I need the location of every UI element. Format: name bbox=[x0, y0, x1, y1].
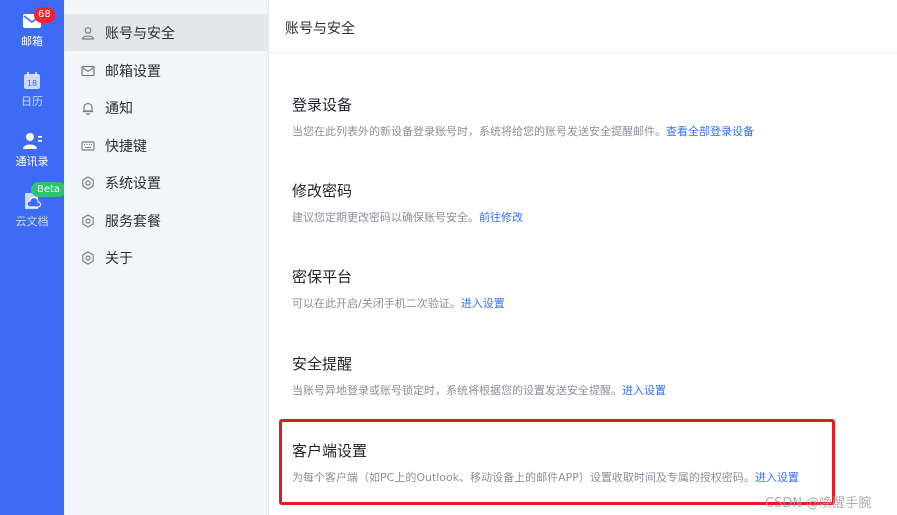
contacts-icon bbox=[21, 130, 43, 152]
highlight-box bbox=[279, 419, 835, 505]
sidebar-item-service-plan[interactable]: 服务套餐 bbox=[64, 202, 268, 239]
rail-docs-label: 云文档 bbox=[15, 215, 49, 228]
section-security-alerts: 安全提醒 当账号异地登录或账号锁定时，系统将根据您的设置发送安全提醒。进入设置 bbox=[292, 354, 852, 399]
rail-mail-label: 邮箱 bbox=[21, 35, 43, 48]
section-desc: 当账号异地登录或账号锁定时，系统将根据您的设置发送安全提醒。进入设置 bbox=[292, 383, 852, 399]
section-desc-text: 建议您定期更改密码以确保账号安全。 bbox=[292, 211, 479, 224]
sidebar-item-system-settings[interactable]: 系统设置 bbox=[64, 164, 268, 201]
keyboard-icon bbox=[81, 139, 95, 153]
bell-icon bbox=[81, 101, 95, 115]
calendar-icon: 18 bbox=[21, 70, 43, 92]
sidebar-item-account-security[interactable]: 账号与安全 bbox=[64, 14, 268, 51]
section-title: 安全提醒 bbox=[292, 355, 353, 373]
sidebar-item-label: 服务套餐 bbox=[105, 213, 161, 230]
security-platform-settings-link[interactable]: 进入设置 bbox=[461, 297, 505, 310]
hexagon-gear-icon bbox=[81, 175, 95, 190]
sidebar-item-label: 系统设置 bbox=[105, 175, 161, 192]
section-desc-text: 当账号异地登录或账号锁定时，系统将根据您的设置发送安全提醒。 bbox=[292, 384, 622, 397]
section-title: 登录设备 bbox=[292, 96, 353, 114]
rail-contacts-label: 通讯录 bbox=[15, 155, 49, 168]
mail-icon bbox=[81, 64, 95, 78]
section-login-devices: 登录设备 当您在此列表外的新设备登录账号时，系统将给您的账号发送安全提醒邮件。查… bbox=[292, 95, 852, 140]
rail-calendar-label: 日历 bbox=[21, 95, 43, 108]
go-change-password-link[interactable]: 前往修改 bbox=[479, 211, 523, 224]
section-security-platform: 密保平台 可以在此开启/关闭手机二次验证。进入设置 bbox=[292, 267, 852, 312]
view-all-devices-link[interactable]: 查看全部登录设备 bbox=[666, 125, 754, 138]
calendar-day: 18 bbox=[27, 79, 37, 88]
hexagon-gear-icon bbox=[81, 250, 95, 265]
rail-calendar[interactable]: 18 日历 bbox=[0, 68, 64, 120]
sidebar-item-label: 快捷键 bbox=[105, 138, 147, 155]
section-desc-text: 可以在此开启/关闭手机二次验证。 bbox=[292, 297, 461, 310]
settings-sidebar: 账号与安全 邮箱设置 通知 快捷键 系统设置 服务套餐 关于 bbox=[64, 0, 269, 515]
sidebar-item-label: 关于 bbox=[105, 250, 133, 267]
sidebar-item-label: 账号与安全 bbox=[105, 25, 175, 42]
section-change-password: 修改密码 建议您定期更改密码以确保账号安全。前往修改 bbox=[292, 181, 852, 226]
section-title: 修改密码 bbox=[292, 182, 353, 200]
sidebar-item-shortcuts[interactable]: 快捷键 bbox=[64, 127, 268, 164]
watermark: CSDN @唤醒手腕 bbox=[765, 496, 872, 511]
section-desc-text: 当您在此列表外的新设备登录账号时，系统将给您的账号发送安全提醒邮件。 bbox=[292, 125, 666, 138]
app-rail: 邮箱 68 18 日历 通讯录 云文档 Beta bbox=[0, 0, 67, 515]
sidebar-item-notifications[interactable]: 通知 bbox=[64, 89, 268, 126]
sidebar-item-label: 邮箱设置 bbox=[105, 63, 161, 80]
sidebar-item-about[interactable]: 关于 bbox=[64, 239, 268, 276]
section-desc: 建议您定期更改密码以确保账号安全。前往修改 bbox=[292, 210, 852, 226]
section-desc: 当您在此列表外的新设备登录账号时，系统将给您的账号发送安全提醒邮件。查看全部登录… bbox=[292, 124, 852, 140]
beta-badge: Beta bbox=[31, 182, 67, 197]
unread-badge: 68 bbox=[34, 7, 55, 23]
sidebar-item-mail-settings[interactable]: 邮箱设置 bbox=[64, 52, 268, 89]
hexagon-gear-icon bbox=[81, 213, 95, 228]
page-title: 账号与安全 bbox=[285, 21, 355, 37]
section-desc: 可以在此开启/关闭手机二次验证。进入设置 bbox=[292, 296, 852, 312]
main-header: 账号与安全 bbox=[270, 0, 897, 53]
rail-contacts[interactable]: 通讯录 bbox=[0, 128, 64, 180]
security-alert-settings-link[interactable]: 进入设置 bbox=[622, 384, 666, 397]
sidebar-item-label: 通知 bbox=[105, 100, 133, 117]
user-icon bbox=[81, 26, 95, 40]
section-title: 密保平台 bbox=[292, 268, 353, 286]
